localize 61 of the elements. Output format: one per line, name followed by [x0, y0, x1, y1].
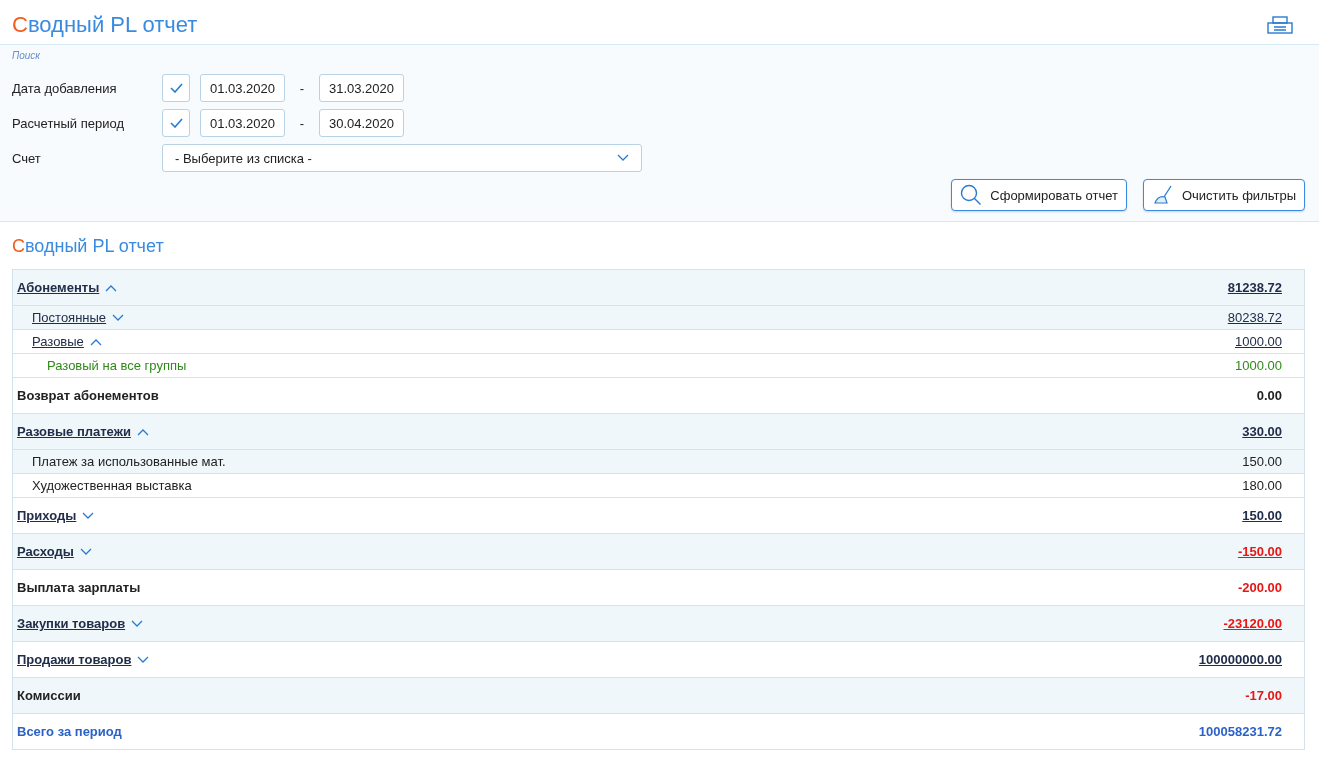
amount-link[interactable]: 100000000.00 [1198, 652, 1282, 667]
category-link[interactable]: Разовые [32, 334, 84, 349]
chevron-down-icon[interactable] [131, 619, 144, 628]
range-dash: - [298, 80, 306, 96]
filter-label: Дата добавления [12, 80, 118, 96]
category-label: Разовый на все группы [47, 358, 187, 373]
report-title: Сводный PL отчет [12, 236, 165, 257]
search-icon [960, 184, 983, 206]
page-title: Сводный PL отчет [12, 12, 198, 38]
chevron-down-icon[interactable] [79, 547, 92, 556]
category-link[interactable]: Абонементы [17, 280, 100, 295]
amount-link[interactable]: 1000.00 [1235, 334, 1282, 349]
filter-label: Счет [12, 150, 42, 166]
amount-value: 0.00 [1256, 388, 1282, 403]
category-link[interactable]: Продажи товаров [17, 652, 132, 667]
category-label: Выплата зарплаты [17, 580, 141, 595]
printer-icon[interactable] [1267, 15, 1293, 35]
category-label: Комиссии [17, 688, 81, 703]
chevron-up-icon[interactable] [105, 283, 118, 292]
amount-link[interactable]: 150.00 [1242, 508, 1282, 523]
category-label: Художественная выставка [32, 478, 192, 493]
date-field[interactable]: 31.03.2020 [319, 74, 404, 102]
clear-filters-button[interactable]: Очистить фильтры [1142, 179, 1305, 211]
category-label: Всего за период [17, 724, 122, 739]
chevron-up-icon[interactable] [136, 427, 149, 436]
amount-link[interactable]: -23120.00 [1223, 616, 1282, 631]
amount-link[interactable]: -150.00 [1237, 544, 1282, 559]
chevron-down-icon[interactable] [112, 313, 125, 322]
date-field[interactable]: 30.04.2020 [319, 109, 404, 137]
amount-link[interactable]: 330.00 [1242, 424, 1282, 439]
filter-label: Расчетный период [12, 115, 126, 131]
account-dropdown[interactable]: - Выберите из списка - [162, 144, 642, 172]
category-label: Возврат абонементов [17, 388, 159, 403]
date-field[interactable]: 01.03.2020 [200, 74, 285, 102]
generate-report-button[interactable]: Сформировать отчет [951, 179, 1127, 211]
category-link[interactable]: Закупки товаров [17, 616, 126, 631]
category-link[interactable]: Приходы [17, 508, 77, 523]
chevron-down-icon[interactable] [82, 511, 95, 520]
chevron-down-icon[interactable] [137, 655, 150, 664]
chevron-up-icon[interactable] [89, 337, 102, 346]
checkbox[interactable] [162, 74, 190, 102]
category-link[interactable]: Расходы [17, 544, 74, 559]
checkmark-icon [169, 118, 183, 128]
amount-link[interactable]: 81238.72 [1227, 280, 1282, 295]
range-dash: - [298, 115, 306, 131]
amount-value: -200.00 [1237, 580, 1282, 595]
search-legend: Поиск [12, 50, 41, 61]
amount-value: -17.00 [1245, 688, 1282, 703]
checkmark-icon [169, 83, 183, 93]
amount-value: 1000.00 [1235, 358, 1282, 373]
amount-value: 150.00 [1242, 454, 1282, 469]
amount-value: 180.00 [1242, 478, 1282, 493]
amount-value: 100058231.72 [1198, 724, 1282, 739]
amount-link[interactable]: 80238.72 [1227, 310, 1282, 325]
chevron-down-icon [617, 154, 629, 162]
date-field[interactable]: 01.03.2020 [200, 109, 285, 137]
category-label: Платеж за использованные мат. [32, 454, 226, 469]
checkbox[interactable] [162, 109, 190, 137]
broom-icon [1151, 184, 1174, 206]
category-link[interactable]: Разовые платежи [17, 424, 131, 439]
category-link[interactable]: Постоянные [32, 310, 107, 325]
